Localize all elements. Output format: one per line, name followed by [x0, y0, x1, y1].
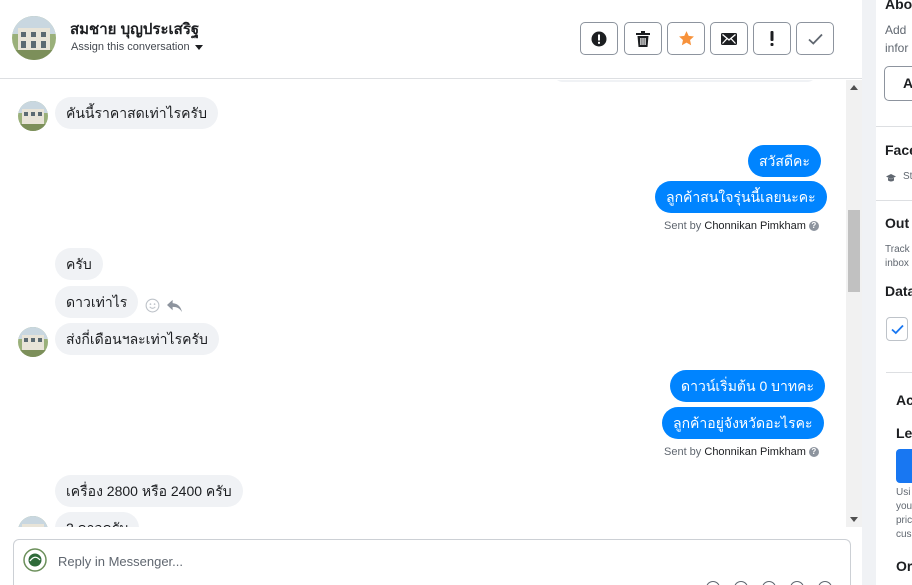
- divider: [876, 126, 912, 127]
- about-description-line-2: infor: [885, 41, 909, 55]
- conversation-pane: สมชาย บุญประเสริฐ Assign this conversati…: [0, 0, 862, 585]
- assign-label: Assign this conversation: [71, 41, 190, 53]
- divider: [876, 200, 912, 201]
- data-title: Data: [885, 283, 912, 299]
- page-logo-icon: [23, 548, 47, 572]
- scroll-up-arrow-icon[interactable]: [850, 85, 858, 90]
- previous-message-bubble: [553, 80, 817, 82]
- about-title: Abo: [885, 0, 912, 12]
- checkmark-icon: [890, 324, 904, 334]
- message-bubble-incoming[interactable]: ส่งกี่เดือนฯละเท่าไรครับ: [55, 323, 219, 355]
- message-bubble-outgoing[interactable]: ลูกค้าสนใจรุ่นนี้เลยนะคะ: [655, 181, 827, 213]
- data-checkbox[interactable]: [886, 317, 908, 341]
- composer-tools: [706, 581, 832, 585]
- lead-description-line-4: cus: [896, 529, 912, 540]
- message-bubble-incoming[interactable]: เครื่อง 2800 หรือ 2400 ครับ: [55, 475, 243, 507]
- lead-description-line-2: you: [896, 501, 912, 512]
- saved-reply-icon[interactable]: [790, 581, 804, 585]
- lead-description-line-3: pric: [896, 515, 912, 526]
- emoji-icon[interactable]: [762, 581, 776, 585]
- mark-done-button[interactable]: [796, 22, 834, 55]
- checkmark-icon: [807, 33, 823, 45]
- sent-by-agent: Chonnikan Pimkham: [704, 220, 806, 232]
- lead-title: Le: [896, 425, 912, 441]
- alert-circle-icon: [591, 31, 607, 46]
- contact-details-sidebar: Abo Add infor Ad Face St Out Track inbox…: [876, 0, 912, 585]
- lead-action-button[interactable]: [896, 449, 912, 483]
- outcome-description-line-2: inbox: [885, 258, 909, 269]
- react-icon[interactable]: [145, 298, 160, 318]
- sent-by-label: Sent by Chonnikan Pimkham?: [664, 220, 819, 232]
- contact-avatar[interactable]: [12, 16, 56, 60]
- message-bubble-incoming[interactable]: ครับ: [55, 248, 103, 280]
- message-bubble-incoming[interactable]: 2 ดาวครับ: [55, 512, 140, 527]
- graduation-cap-icon: [886, 170, 896, 188]
- delete-button[interactable]: [624, 22, 662, 55]
- envelope-icon: [721, 32, 737, 45]
- reply-input[interactable]: [58, 550, 758, 572]
- outcome-title: Out: [885, 215, 910, 231]
- contact-avatar-small: [18, 516, 48, 527]
- sent-by-label: Sent by Chonnikan Pimkham?: [664, 446, 819, 458]
- message-list: คันนี้ราคาสดเท่าไรครับ สวัสดีคะ ลูกค้าสน…: [0, 80, 846, 527]
- star-button[interactable]: [667, 22, 705, 55]
- caret-down-icon: [194, 44, 203, 50]
- add-details-button[interactable]: Ad: [884, 66, 912, 101]
- message-bubble-incoming[interactable]: ดาวเท่าไร: [55, 286, 139, 318]
- message-bubble-outgoing[interactable]: สวัสดีคะ: [748, 145, 821, 177]
- mark-spam-button[interactable]: [580, 22, 618, 55]
- sent-by-prefix: Sent by: [664, 446, 702, 458]
- contact-avatar-small: [18, 101, 48, 131]
- contact-avatar-small: [18, 327, 48, 357]
- facebook-status: St: [903, 171, 912, 182]
- help-icon[interactable]: ?: [808, 447, 819, 458]
- conversation-header: สมชาย บุญประเสริฐ Assign this conversati…: [0, 0, 862, 79]
- more-tools-icon[interactable]: [818, 581, 832, 585]
- help-icon[interactable]: ?: [808, 221, 819, 232]
- assign-conversation-dropdown[interactable]: Assign this conversation: [71, 41, 203, 53]
- activity-title: Ac: [896, 392, 912, 408]
- message-bubble-outgoing[interactable]: ลูกค้าอยู่จังหวัดอะไรคะ: [662, 407, 824, 439]
- trash-icon: [636, 30, 650, 47]
- about-description-line-1: Add: [885, 23, 907, 37]
- exclamation-icon: [770, 31, 774, 46]
- inbox-app: สมชาย บุญประเสริฐ Assign this conversati…: [0, 0, 912, 585]
- facebook-title: Face: [885, 142, 912, 158]
- scrollbar-thumb[interactable]: [848, 210, 860, 292]
- sent-by-agent: Chonnikan Pimkham: [704, 446, 806, 458]
- star-icon: [678, 31, 694, 46]
- message-bubble-outgoing[interactable]: ดาวน์เริ่มต้น 0 บาทคะ: [670, 370, 826, 402]
- message-list-scrollbar[interactable]: [846, 80, 862, 527]
- reply-composer: [13, 539, 851, 585]
- scroll-down-arrow-icon[interactable]: [850, 517, 858, 522]
- lead-description-line-1: Usi: [896, 487, 911, 498]
- order-title: Or: [896, 558, 912, 574]
- contact-name: สมชาย บุญประเสริฐ: [70, 21, 200, 38]
- image-icon[interactable]: [734, 581, 748, 585]
- divider: [886, 372, 912, 373]
- attachment-icon[interactable]: [706, 581, 720, 585]
- follow-up-button[interactable]: [753, 22, 791, 55]
- message-bubble-incoming[interactable]: คันนี้ราคาสดเท่าไรครับ: [55, 97, 218, 129]
- sent-by-prefix: Sent by: [664, 220, 702, 232]
- reply-icon[interactable]: [166, 298, 183, 318]
- mark-unread-button[interactable]: [710, 22, 748, 55]
- outcome-description-line-1: Track: [885, 244, 910, 255]
- sidebar-gutter: [862, 0, 876, 585]
